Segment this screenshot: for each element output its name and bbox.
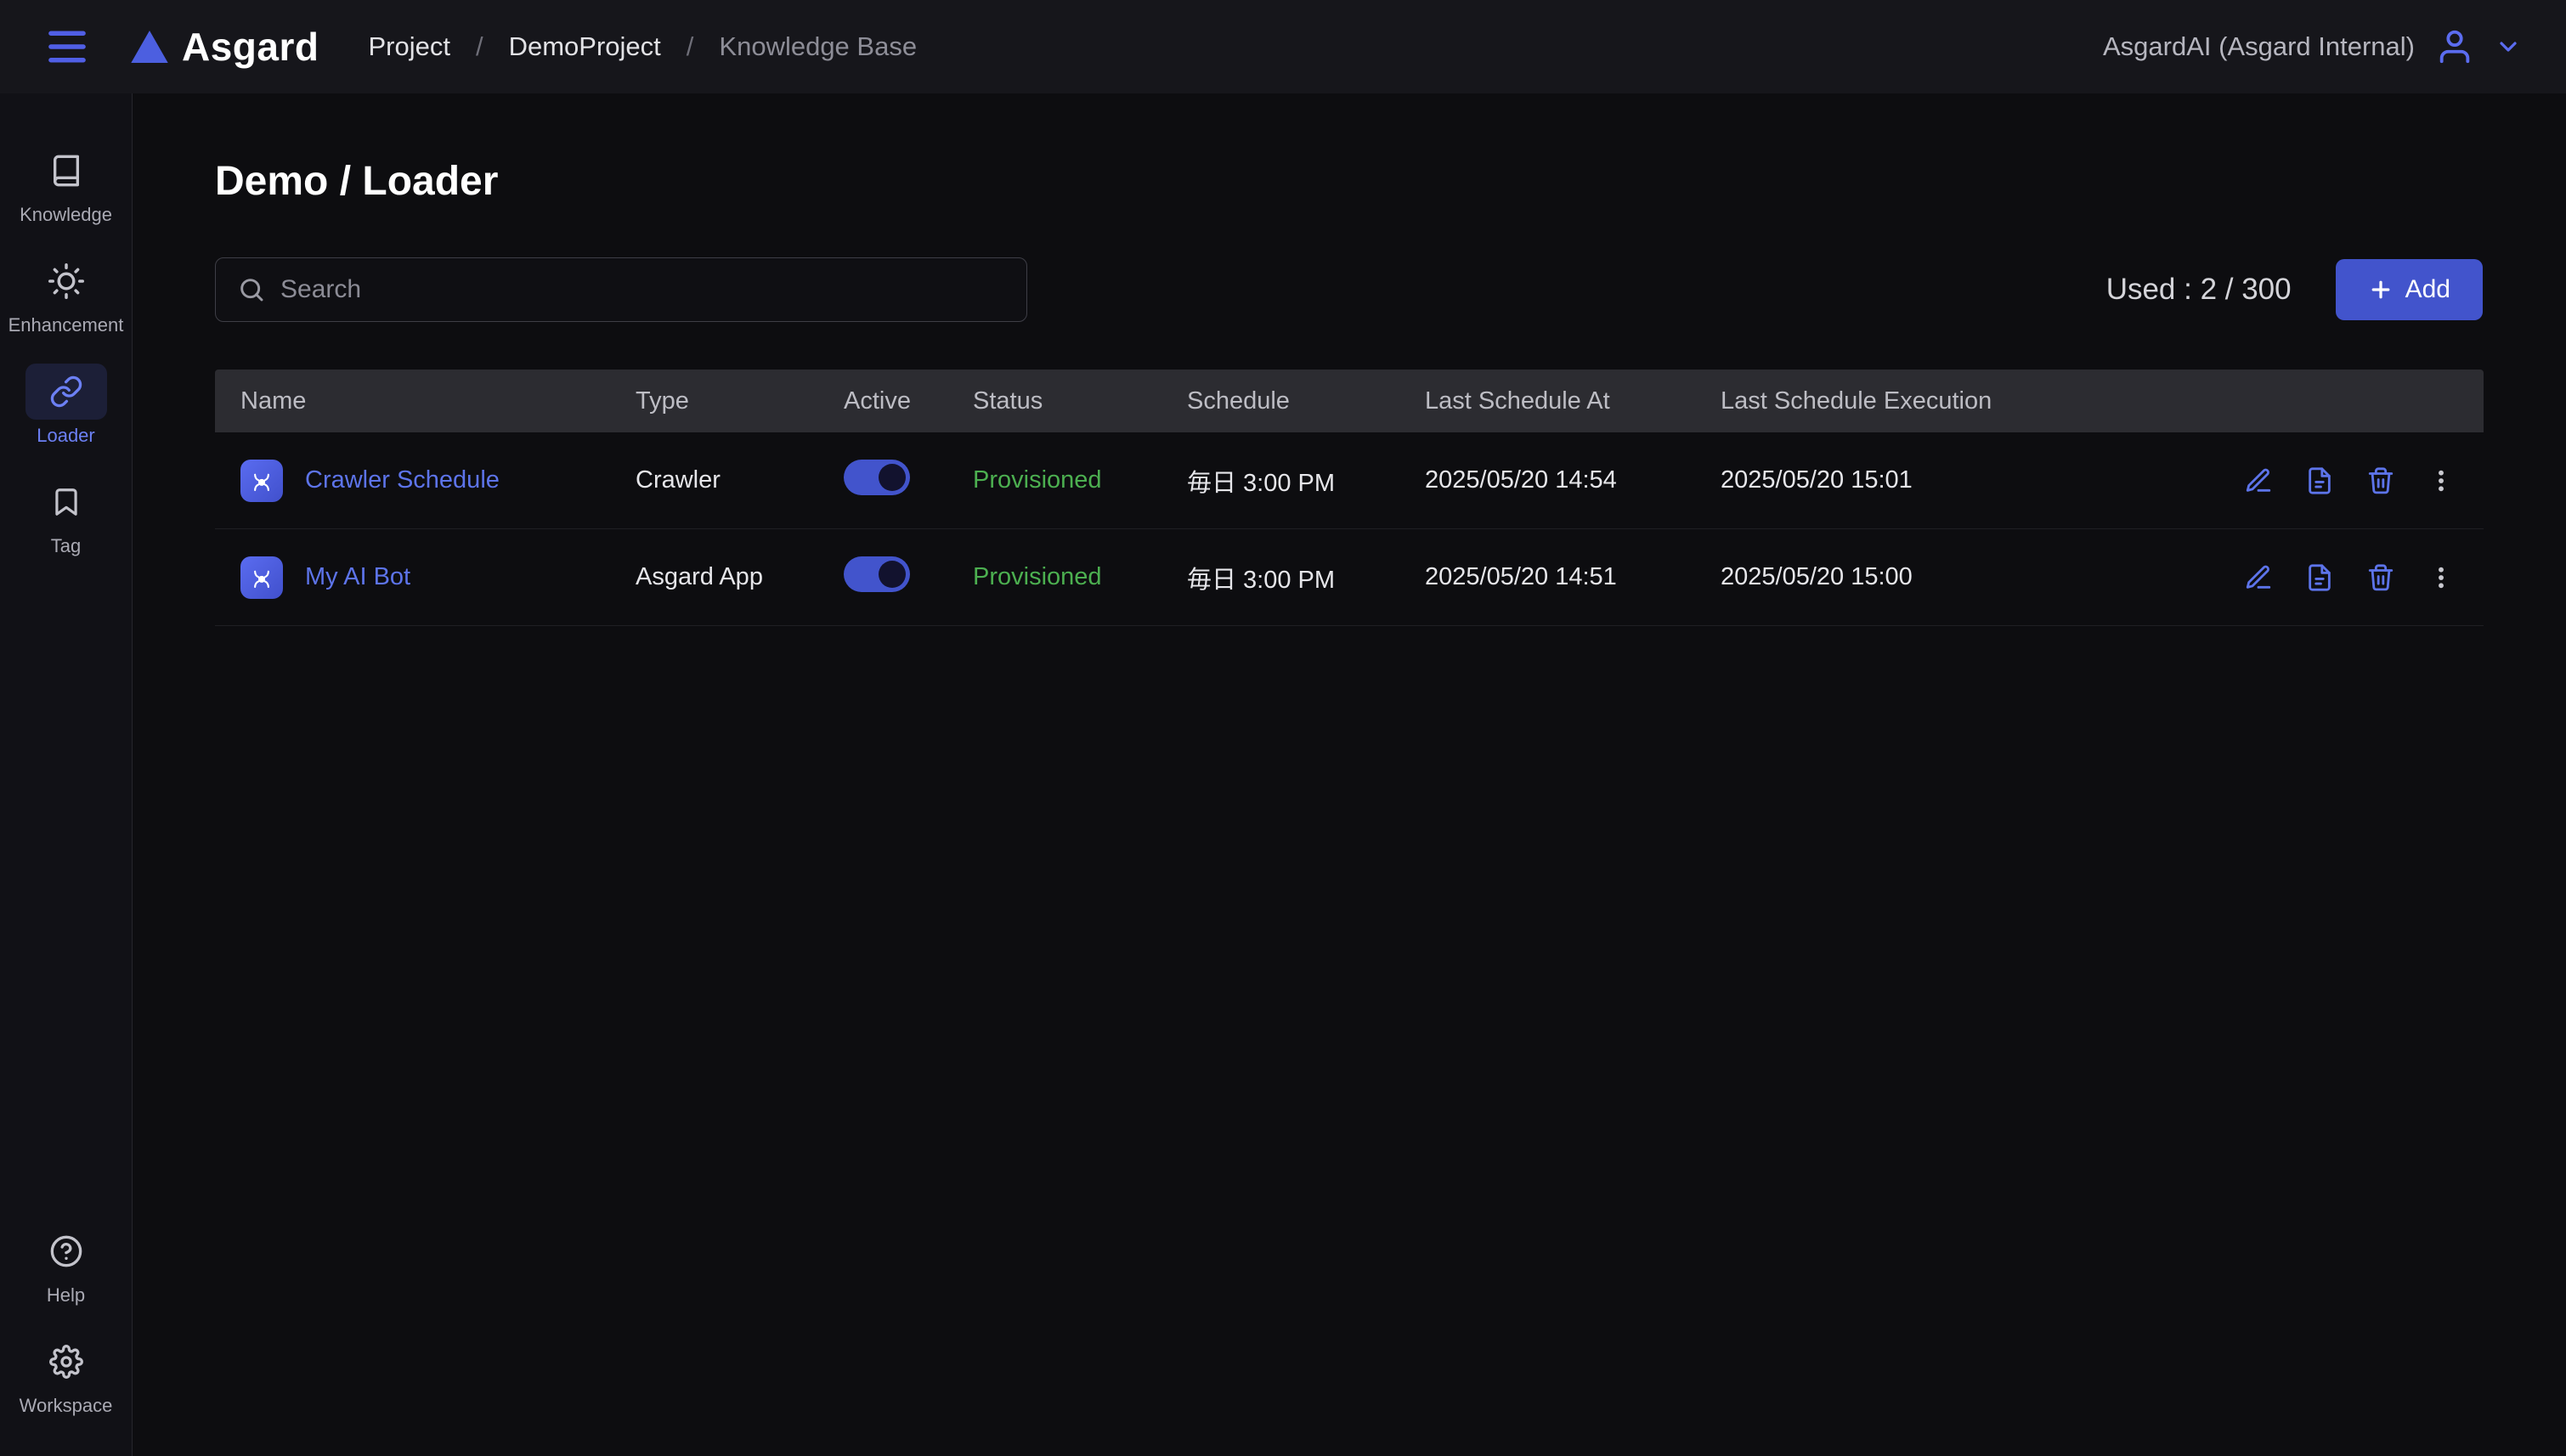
- breadcrumb-project[interactable]: Project: [368, 31, 449, 62]
- breadcrumb-knowledge-base: Knowledge Base: [719, 31, 918, 61]
- usage-counter: Used : 2 / 300: [2105, 273, 2292, 306]
- account-menu[interactable]: AsgardAI (Asgard Internal): [2103, 27, 2522, 66]
- breadcrumb: Project / DemoProject / Knowledge Base: [368, 31, 917, 62]
- cell-actions: [2229, 466, 2484, 495]
- book-icon: [25, 143, 107, 199]
- link-icon: [25, 364, 107, 420]
- loader-name-link[interactable]: My AI Bot: [305, 563, 410, 591]
- cell-actions: [2229, 563, 2484, 592]
- sidebar-item-help[interactable]: Help: [0, 1223, 132, 1306]
- column-header-schedule: Schedule: [1187, 387, 1290, 415]
- status-badge: Provisioned: [973, 563, 1102, 590]
- gear-icon: [25, 1334, 107, 1390]
- sidebar-nav: Knowledge Enhancement Loader Tag: [0, 143, 132, 557]
- column-header-status: Status: [973, 387, 1043, 415]
- sidebar-item-label: Tag: [50, 535, 82, 556]
- app-name: Asgard: [182, 25, 319, 69]
- cell-name: My AI Bot: [215, 556, 636, 599]
- cell-last-schedule-execution: 2025/05/20 15:01: [1721, 466, 1913, 494]
- hamburger-menu-icon[interactable]: [44, 24, 90, 70]
- cell-schedule: 毎日 3:00 PM: [1187, 469, 1336, 497]
- sidebar-footer: Help Workspace: [0, 1223, 132, 1417]
- breadcrumb-demo-project[interactable]: DemoProject: [509, 31, 661, 62]
- cell-name: Crawler Schedule: [215, 459, 636, 502]
- sidebar-item-label: Loader: [37, 425, 95, 446]
- loader-name-link[interactable]: Crawler Schedule: [305, 466, 500, 494]
- cell-type: Crawler: [636, 466, 721, 494]
- sidebar-item-label: Knowledge: [20, 204, 112, 225]
- cell-active: [844, 459, 973, 502]
- search-input[interactable]: [280, 275, 1004, 304]
- top-header: Asgard Project / DemoProject / Knowledge…: [0, 0, 2566, 93]
- delete-icon[interactable]: [2366, 563, 2395, 592]
- sidebar-item-loader[interactable]: Loader: [0, 364, 132, 447]
- column-header-last-schedule-execution: Last Schedule Execution: [1721, 387, 1992, 415]
- add-button[interactable]: Add: [2335, 259, 2483, 320]
- column-header-last-schedule-at: Last Schedule At: [1425, 387, 1610, 415]
- add-button-label: Add: [2405, 275, 2450, 303]
- page-title: Demo / Loader: [215, 159, 499, 204]
- app-logo[interactable]: Asgard: [131, 24, 319, 70]
- table-row: Crawler Schedule Crawler Provisioned 毎日 …: [215, 432, 2484, 529]
- cell-active: [844, 556, 973, 599]
- toolbar: Used : 2 / 300 Add: [215, 257, 2483, 322]
- search-box: [215, 257, 1027, 322]
- sidebar-item-enhancement[interactable]: Enhancement: [0, 253, 132, 336]
- edit-icon[interactable]: [2244, 563, 2273, 592]
- cell-last-schedule-at: 2025/05/20 14:54: [1425, 466, 1617, 494]
- sidebar-item-label: Help: [46, 1284, 86, 1306]
- active-toggle[interactable]: [844, 556, 910, 592]
- column-header-active: Active: [844, 387, 911, 415]
- document-icon[interactable]: [2305, 466, 2334, 495]
- plus-icon: [2371, 280, 2389, 299]
- user-icon: [2435, 27, 2474, 66]
- column-header-name: Name: [240, 387, 307, 415]
- edit-icon[interactable]: [2244, 466, 2273, 495]
- more-options-icon[interactable]: [2428, 564, 2455, 591]
- delete-icon[interactable]: [2366, 466, 2395, 495]
- sidebar-item-label: Enhancement: [8, 314, 124, 336]
- breadcrumb-separator: /: [686, 31, 694, 61]
- main-content: Demo / Loader Used : 2 / 300 Add Name Ty…: [133, 93, 2566, 1456]
- help-circle-icon: [25, 1223, 107, 1279]
- crawler-icon: [240, 459, 283, 502]
- cell-last-schedule-at: 2025/05/20 14:51: [1425, 563, 1617, 590]
- sidebar-item-knowledge[interactable]: Knowledge: [0, 143, 132, 226]
- sidebar: Knowledge Enhancement Loader Tag Help Wo…: [0, 93, 133, 1456]
- breadcrumb-separator: /: [475, 31, 483, 61]
- status-badge: Provisioned: [973, 466, 1102, 494]
- logo-triangle-icon: [131, 31, 168, 63]
- table-row: My AI Bot Asgard App Provisioned 毎日 3:00…: [215, 529, 2484, 626]
- account-name: AsgardAI (Asgard Internal): [2102, 31, 2415, 61]
- bookmark-icon: [25, 474, 107, 530]
- cell-type: Asgard App: [636, 563, 763, 590]
- column-header-type: Type: [636, 387, 689, 415]
- crawler-icon: [240, 556, 283, 599]
- active-toggle[interactable]: [844, 459, 910, 495]
- sidebar-item-tag[interactable]: Tag: [0, 474, 132, 557]
- cell-last-schedule-execution: 2025/05/20 15:00: [1721, 563, 1913, 590]
- sun-icon: [25, 253, 107, 309]
- loader-table: Name Type Active Status Schedule Last Sc…: [215, 370, 2484, 626]
- cell-schedule: 毎日 3:00 PM: [1187, 566, 1336, 594]
- sidebar-item-label: Workspace: [19, 1395, 113, 1416]
- more-options-icon[interactable]: [2428, 467, 2455, 494]
- chevron-down-icon: [2495, 33, 2522, 60]
- document-icon[interactable]: [2305, 563, 2334, 592]
- search-icon: [240, 279, 263, 302]
- table-header-row: Name Type Active Status Schedule Last Sc…: [215, 370, 2484, 432]
- sidebar-item-workspace[interactable]: Workspace: [0, 1334, 132, 1417]
